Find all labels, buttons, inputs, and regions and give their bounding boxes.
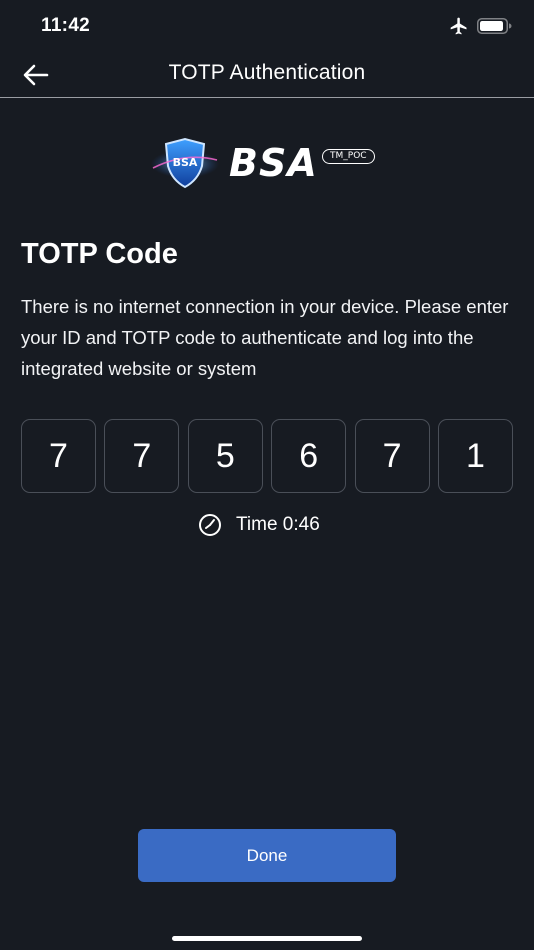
home-indicator[interactable] [172,936,362,941]
airplane-icon [450,17,467,35]
status-bar: 11:42 [0,0,534,52]
done-button[interactable]: Done [138,829,396,882]
code-digit-4[interactable]: 6 [271,419,347,493]
description-text: There is no internet connection in your … [21,296,509,379]
code-digit-2[interactable]: 7 [104,419,180,493]
logo-wordmark: BSA [229,141,318,185]
nav-bar: TOTP Authentication [0,52,534,98]
timer-text: Time 0:46 [236,514,320,535]
bsa-logo: BSA BSA TM_POC [150,136,382,192]
totp-code-input[interactable]: 7 7 5 6 7 1 [21,419,513,493]
code-digit-1[interactable]: 7 [21,419,96,493]
code-digit-5[interactable]: 7 [354,419,430,493]
logo-badge: TM_POC [322,149,375,164]
page-title: TOTP Authentication [168,61,366,84]
countdown-timer: Time 0:46 [198,512,320,538]
code-digit-3[interactable]: 5 [187,419,263,493]
shield-logo-icon: BSA [151,137,219,189]
shield-text: BSA [173,156,198,169]
clock-icon [199,514,221,536]
section-heading: TOTP Code [21,238,178,270]
status-time: 11:42 [41,15,91,36]
code-digit-6[interactable]: 1 [437,419,513,493]
totp-screen: 11:42 TOTP Authentication BSA BSA TM_POC… [0,0,534,950]
battery-icon [477,18,512,34]
